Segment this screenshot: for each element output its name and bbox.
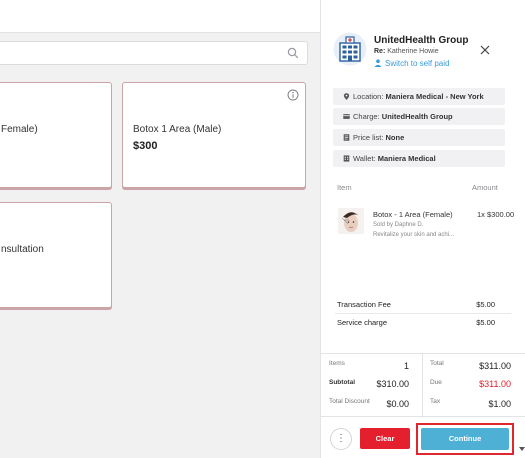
items-label: Items: [329, 360, 345, 367]
divider: [335, 313, 511, 314]
location-pin-icon: [343, 93, 350, 100]
fee-label: Transaction Fee: [337, 300, 391, 309]
service-card-botox-male[interactable]: Botox 1 Area (Male) $300: [122, 82, 306, 188]
search-input[interactable]: [5, 45, 265, 61]
wallet-label: Wallet:: [353, 154, 376, 163]
total-label: Total: [430, 360, 444, 367]
service-card-botox-female[interactable]: Female): [0, 82, 112, 188]
items-value: 1: [403, 361, 409, 371]
totals-summary: Items 1 Subtotal $310.00 Total Discount …: [321, 353, 525, 418]
cart-item-name: Botox - 1 Area (Female): [373, 210, 453, 219]
search-box[interactable]: [0, 41, 308, 65]
total-value: $311.00: [479, 361, 511, 371]
close-icon[interactable]: [479, 44, 491, 56]
price-list-icon: [343, 134, 350, 141]
service-card-name: Botox 1 Area (Male): [133, 124, 222, 135]
tax-value: $1.00: [488, 399, 511, 409]
location-row[interactable]: Location: Maniera Medical - New York: [333, 88, 505, 105]
payer-building-icon: [333, 32, 367, 66]
service-card-name: Female): [1, 124, 38, 135]
cart-item-sold-by: Sold by Daphne D.: [373, 222, 424, 228]
credit-card-icon: [343, 114, 350, 119]
service-catalog-panel: Female) Botox 1 Area (Male) $300 nsultat…: [0, 0, 320, 458]
app-root: Female) Botox 1 Area (Male) $300 nsultat…: [0, 0, 525, 458]
continue-button-highlight: Continue: [416, 423, 514, 455]
total-discount-value: $0.00: [386, 399, 409, 409]
charge-row[interactable]: Charge: UnitedHealth Group: [333, 108, 505, 125]
payer-re-label: Re:: [374, 48, 386, 55]
more-options-button[interactable]: ⋮: [330, 428, 352, 450]
service-card-consultation[interactable]: nsultation: [0, 202, 112, 308]
payer-recipient: Re: Katherine Howie: [374, 48, 439, 55]
caret-down-icon: [519, 447, 525, 451]
fee-value: $5.00: [476, 318, 495, 327]
wallet-value: Maniera Medical: [377, 154, 436, 163]
price-list-row[interactable]: Price list: None: [333, 129, 505, 146]
location-label: Location:: [353, 92, 384, 101]
cart-item-amount: 1x $300.00: [477, 210, 515, 219]
continue-button[interactable]: Continue: [421, 428, 509, 450]
person-icon: [374, 59, 382, 67]
clear-button[interactable]: Clear: [360, 428, 410, 449]
checkout-panel: UnitedHealth Group Re: Katherine Howie S…: [320, 0, 525, 458]
switch-to-self-paid-link[interactable]: Switch to self paid: [374, 59, 449, 68]
location-value: Maniera Medical - New York: [385, 92, 484, 101]
wallet-row[interactable]: Wallet: Maniera Medical: [333, 150, 505, 167]
top-bar: [0, 0, 320, 33]
search-icon[interactable]: [287, 47, 299, 59]
column-header-item: Item: [337, 183, 352, 192]
service-charge-row: Service charge $5.00: [337, 318, 495, 327]
service-card-name: nsultation: [1, 244, 44, 255]
tax-label: Tax: [430, 398, 441, 405]
total-discount-label: Total Discount: [329, 398, 370, 405]
subtotal-label: Subtotal: [329, 379, 355, 386]
cart-item-description: Revitalize your skin and achi...: [373, 232, 455, 238]
payer-re-name: Katherine Howie: [387, 48, 439, 55]
payer-name: UnitedHealth Group: [374, 35, 469, 46]
fee-label: Service charge: [337, 318, 388, 327]
charge-value: UnitedHealth Group: [381, 112, 453, 121]
due-label: Due: [430, 379, 442, 386]
price-list-label: Price list:: [353, 133, 384, 142]
charge-label: Charge:: [353, 112, 380, 121]
price-list-value: None: [385, 133, 405, 142]
column-header-amount: Amount: [472, 183, 498, 192]
fee-value: $5.00: [476, 300, 495, 309]
service-thumbnail-image: [338, 208, 364, 234]
divider: [422, 354, 423, 418]
transaction-fee-row: Transaction Fee $5.00: [337, 300, 495, 309]
wallet-icon: [343, 155, 350, 162]
info-icon[interactable]: [287, 89, 299, 101]
service-card-price: $300: [133, 140, 158, 152]
due-value: $311.00: [479, 379, 511, 389]
switch-link-label: Switch to self paid: [385, 59, 450, 68]
subtotal-value: $310.00: [376, 379, 409, 389]
